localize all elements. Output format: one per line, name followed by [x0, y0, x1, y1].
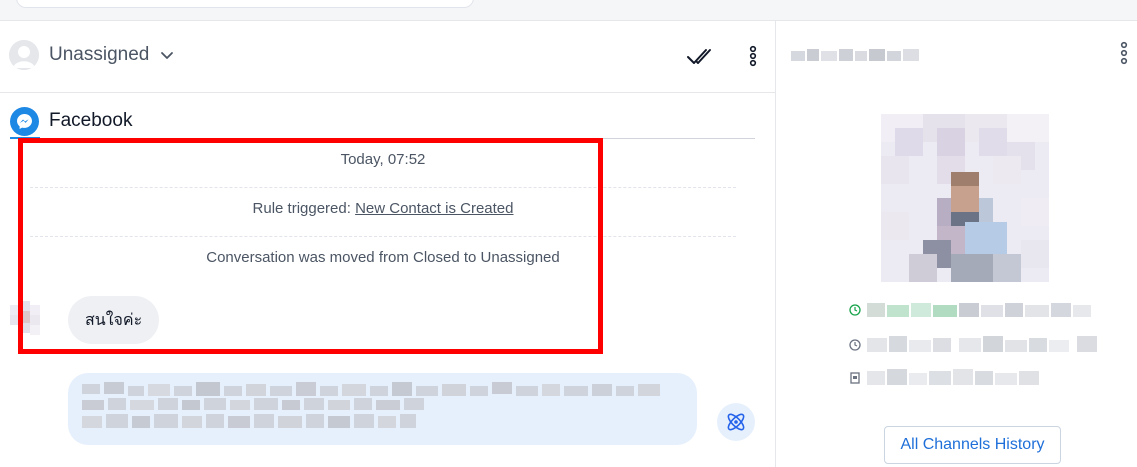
contact-name-pixelated [791, 49, 919, 61]
conversation-pane: Unassigned Facebook Today, 07:52 Rule tr… [0, 21, 775, 467]
contact-avatar [10, 301, 40, 335]
clock-icon [849, 304, 861, 316]
message-row: สนใจค่ะ [10, 296, 160, 344]
tab-active-indicator [10, 137, 40, 139]
activity-divider [30, 187, 736, 188]
top-bar [0, 0, 1137, 21]
avatar-icon [9, 40, 39, 70]
channel-name: Facebook [49, 110, 133, 131]
clock-icon [849, 339, 861, 351]
contact-last-seen-row [849, 336, 1107, 354]
contact-email-row [849, 303, 1097, 317]
contact-phone-row [849, 369, 1057, 387]
ai-assist-icon [727, 413, 745, 431]
contact-last-seen-pixelated [867, 336, 1097, 352]
message-bubble: สนใจค่ะ [68, 296, 160, 344]
rule-prefix: Rule triggered: [252, 200, 356, 217]
activity-divider [30, 236, 736, 237]
tab-facebook[interactable]: Facebook [10, 103, 132, 139]
messenger-icon [10, 106, 39, 136]
rule-link[interactable]: New Contact is Created [355, 200, 513, 217]
all-channels-history-button[interactable]: All Channels History [884, 426, 1061, 464]
check-double-icon[interactable] [686, 45, 712, 67]
reply-composer[interactable] [68, 373, 697, 445]
phone-icon [850, 372, 860, 384]
activity-status-change: Conversation was moved from Closed to Un… [206, 249, 560, 266]
contact-avatar-large [881, 114, 1049, 282]
assignee-label: Unassigned [49, 44, 150, 65]
chevron-down-icon [161, 52, 174, 59]
composer-draft-pixelated [82, 382, 660, 428]
assignee-dropdown[interactable]: Unassigned [9, 40, 175, 70]
contact-panel: All Channels History [775, 21, 1137, 467]
activity-rule: Rule triggered: New Contact is Created [30, 200, 736, 217]
ai-assist-button[interactable] [717, 403, 755, 441]
more-vertical-icon[interactable] [1117, 41, 1131, 65]
search-input[interactable] [16, 0, 474, 8]
conversation-header: Unassigned [0, 21, 775, 93]
activity-timestamp: Today, 07:52 [340, 151, 426, 168]
tab-divider [10, 138, 755, 139]
contact-phone-pixelated [867, 369, 1039, 385]
more-vertical-icon[interactable] [746, 45, 760, 67]
contact-email-pixelated [867, 303, 1091, 317]
